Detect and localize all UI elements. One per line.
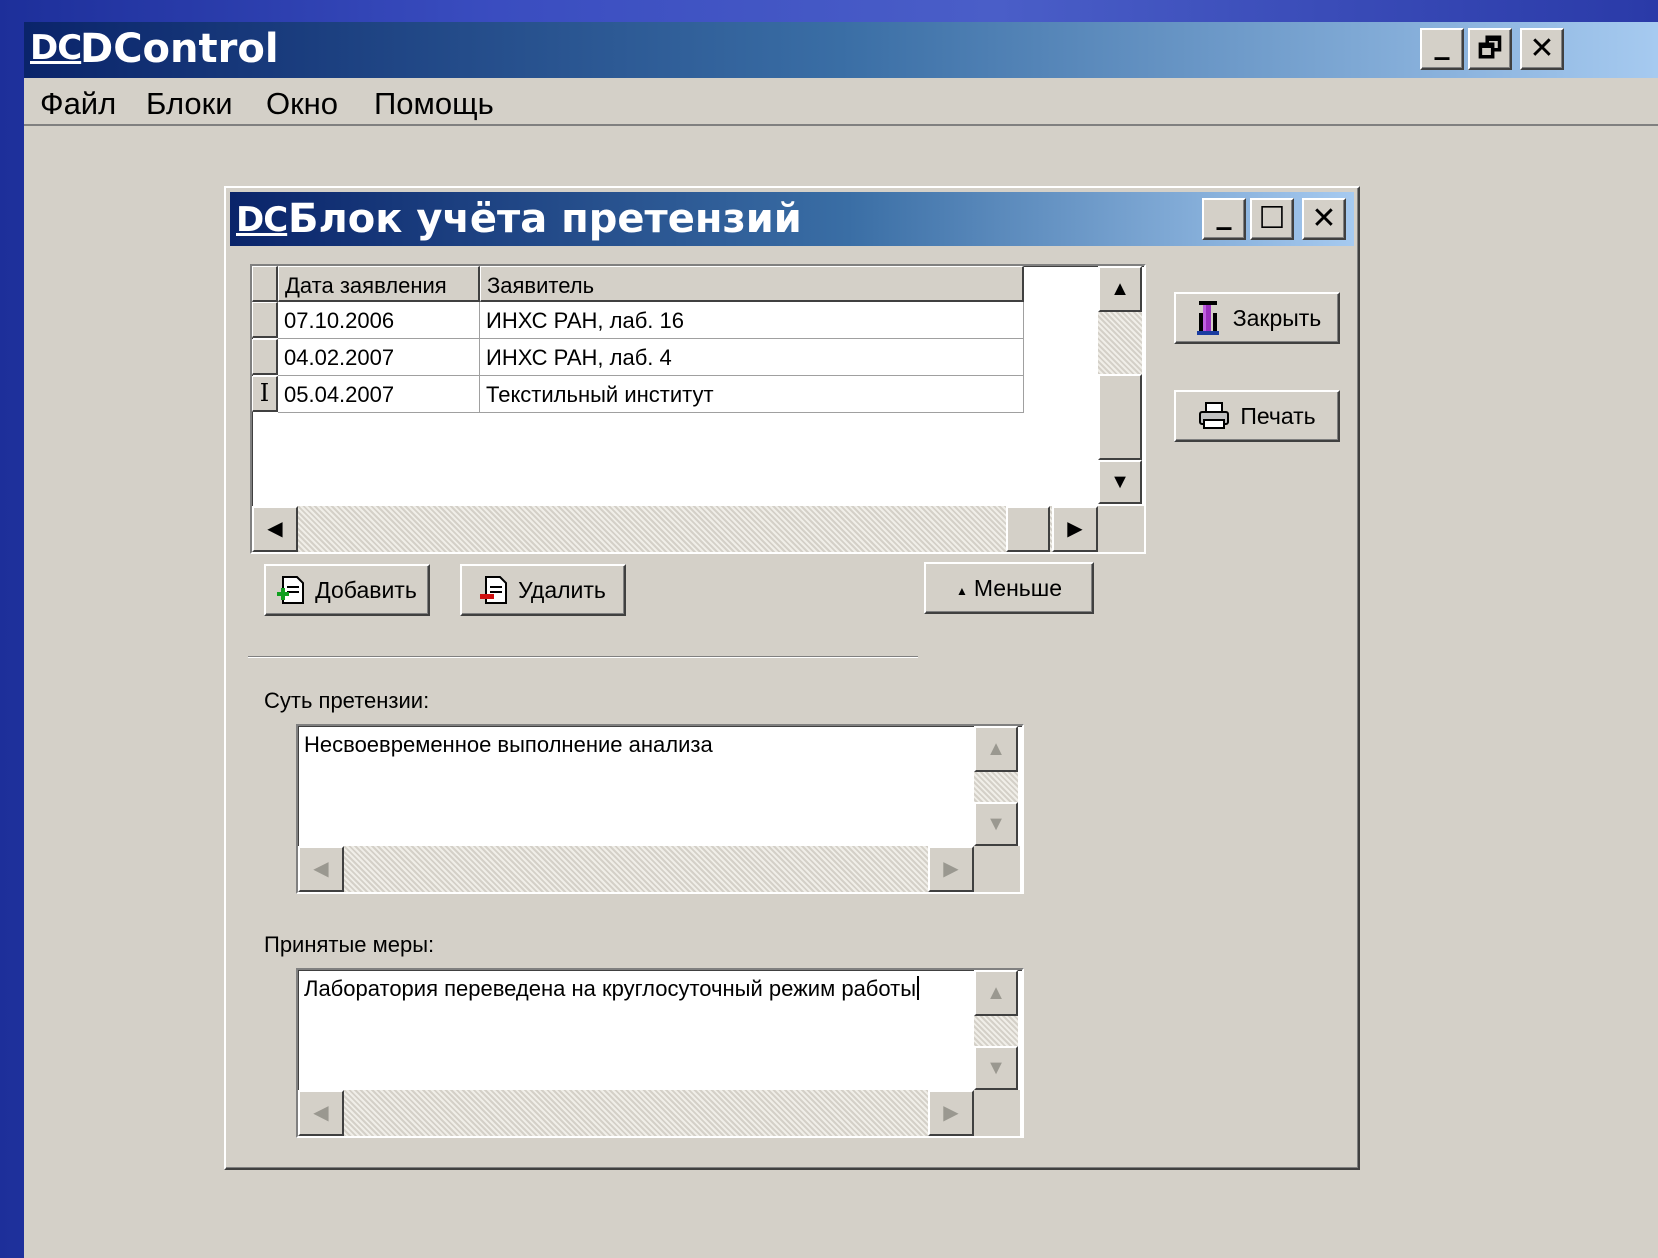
claims-titlebar[interactable]: DC Блок учёта претензий _ ☐ ✕ [230,192,1354,246]
column-header-date[interactable]: Дата заявления [278,266,480,302]
measures-text[interactable]: Лаборатория переведена на круглосуточный… [304,976,920,1002]
arrow-down-icon: ▼ [986,813,1006,835]
arrow-right-icon: ▶ [943,1102,959,1124]
menubar: Файл Блоки Окно Помощь [24,78,1658,126]
document-add-icon [277,575,305,605]
text-caret [917,976,920,1000]
grid-scroll-up-button[interactable]: ▲ [1098,266,1142,312]
measures-hscroll-track[interactable] [298,1090,974,1136]
close-icon: ✕ [1529,31,1555,66]
close-icon: ✕ [1311,201,1337,236]
arrow-up-icon: ▲ [1110,278,1130,300]
claims-grid[interactable]: Дата заявления Заявитель 07.10.2006 ИНХС… [250,264,1146,554]
cell-date[interactable]: 05.04.2007 [278,376,480,413]
arrow-right-icon: ▶ [943,858,959,880]
restore-button[interactable]: 🗗 [1468,28,1512,70]
claim-scroll-down-button[interactable]: ▼ [974,802,1018,846]
grid-hscroll-thumb[interactable] [1006,506,1050,552]
claim-hscroll-track[interactable] [298,846,974,892]
grid-corner [252,266,278,302]
app-logo-icon: DC [30,28,82,68]
scroll-corner [974,846,1020,892]
less-label: Меньше [973,574,1063,601]
arrow-left-icon: ◀ [313,1102,329,1124]
collapse-up-icon: ▲ [955,584,968,598]
claim-scroll-right-button[interactable]: ▶ [928,846,974,892]
row-indicator[interactable] [252,302,278,338]
arrow-right-icon: ▶ [1067,518,1083,540]
document-delete-icon [480,575,508,605]
print-button[interactable]: Печать [1174,390,1340,442]
minimize-icon: _ [1434,26,1450,61]
measures-scroll-right-button[interactable]: ▶ [928,1090,974,1136]
cell-date[interactable]: 04.02.2007 [278,339,480,376]
scroll-corner [974,1090,1020,1136]
menu-help[interactable]: Помощь [374,86,494,122]
restore-icon: 🗗 [1477,34,1503,64]
print-label: Печать [1240,402,1316,429]
maximize-icon: ☐ [1258,201,1286,236]
separator [248,656,918,658]
claim-memo[interactable]: Несвоевременное выполнение анализа ▲ ▼ ◀… [296,724,1024,894]
minimize-icon: _ [1216,196,1232,231]
grid-scroll-down-button[interactable]: ▼ [1098,460,1142,504]
door-exit-icon [1193,299,1223,337]
child-minimize-button[interactable]: _ [1202,198,1246,240]
claim-text[interactable]: Несвоевременное выполнение анализа [304,732,713,758]
printer-icon [1198,402,1230,430]
arrow-left-icon: ◀ [313,858,329,880]
app-title: DControl [80,26,279,72]
add-button[interactable]: Добавить [264,564,430,616]
row-indicator-current[interactable]: I [252,376,278,412]
cell-date[interactable]: 07.10.2006 [278,302,480,339]
grid-scroll-left-button[interactable]: ◀ [252,506,298,552]
claims-window: DC Блок учёта претензий _ ☐ ✕ Дата заявл… [224,186,1360,1170]
arrow-left-icon: ◀ [267,518,283,540]
menu-file[interactable]: Файл [40,86,116,122]
less-button[interactable]: ▲ Меньше [924,562,1094,614]
arrow-down-icon: ▼ [1110,471,1130,493]
delete-label: Удалить [518,576,606,603]
measures-scroll-up-button[interactable]: ▲ [974,970,1018,1016]
child-close-button[interactable]: ✕ [1302,198,1346,240]
add-label: Добавить [315,576,417,603]
grid-hscroll-track[interactable] [252,506,1098,552]
arrow-down-icon: ▼ [986,1057,1006,1079]
arrow-up-icon: ▲ [986,738,1006,760]
row-indicator[interactable] [252,339,278,375]
arrow-up-icon: ▲ [986,982,1006,1004]
cell-applicant[interactable]: ИНХС РАН, лаб. 16 [480,302,1024,339]
measures-memo[interactable]: Лаборатория переведена на круглосуточный… [296,968,1024,1138]
measures-scroll-down-button[interactable]: ▼ [974,1046,1018,1090]
minimize-button[interactable]: _ [1420,28,1464,70]
measures-label: Принятые меры: [264,932,435,957]
claim-scroll-left-button[interactable]: ◀ [298,846,344,892]
scroll-corner [1098,506,1144,552]
measures-scroll-left-button[interactable]: ◀ [298,1090,344,1136]
column-header-applicant[interactable]: Заявитель [480,266,1024,302]
claim-scroll-up-button[interactable]: ▲ [974,726,1018,772]
close-button[interactable]: ✕ [1520,28,1564,70]
grid-scroll-right-button[interactable]: ▶ [1052,506,1098,552]
claim-label: Суть претензии: [264,688,430,713]
close-block-button[interactable]: Закрыть [1174,292,1340,344]
child-logo-icon: DC [236,200,288,240]
grid-vscroll-thumb[interactable] [1098,374,1142,460]
child-maximize-button[interactable]: ☐ [1250,198,1294,240]
menu-blocks[interactable]: Блоки [146,86,233,122]
cell-applicant[interactable]: Текстильный институт [480,376,1024,413]
child-title: Блок учёта претензий [288,196,802,242]
close-block-label: Закрыть [1232,304,1322,331]
main-titlebar[interactable]: DC DControl _ 🗗 ✕ [24,22,1658,78]
cell-applicant[interactable]: ИНХС РАН, лаб. 4 [480,339,1024,376]
menu-window[interactable]: Окно [266,86,338,122]
delete-button[interactable]: Удалить [460,564,626,616]
